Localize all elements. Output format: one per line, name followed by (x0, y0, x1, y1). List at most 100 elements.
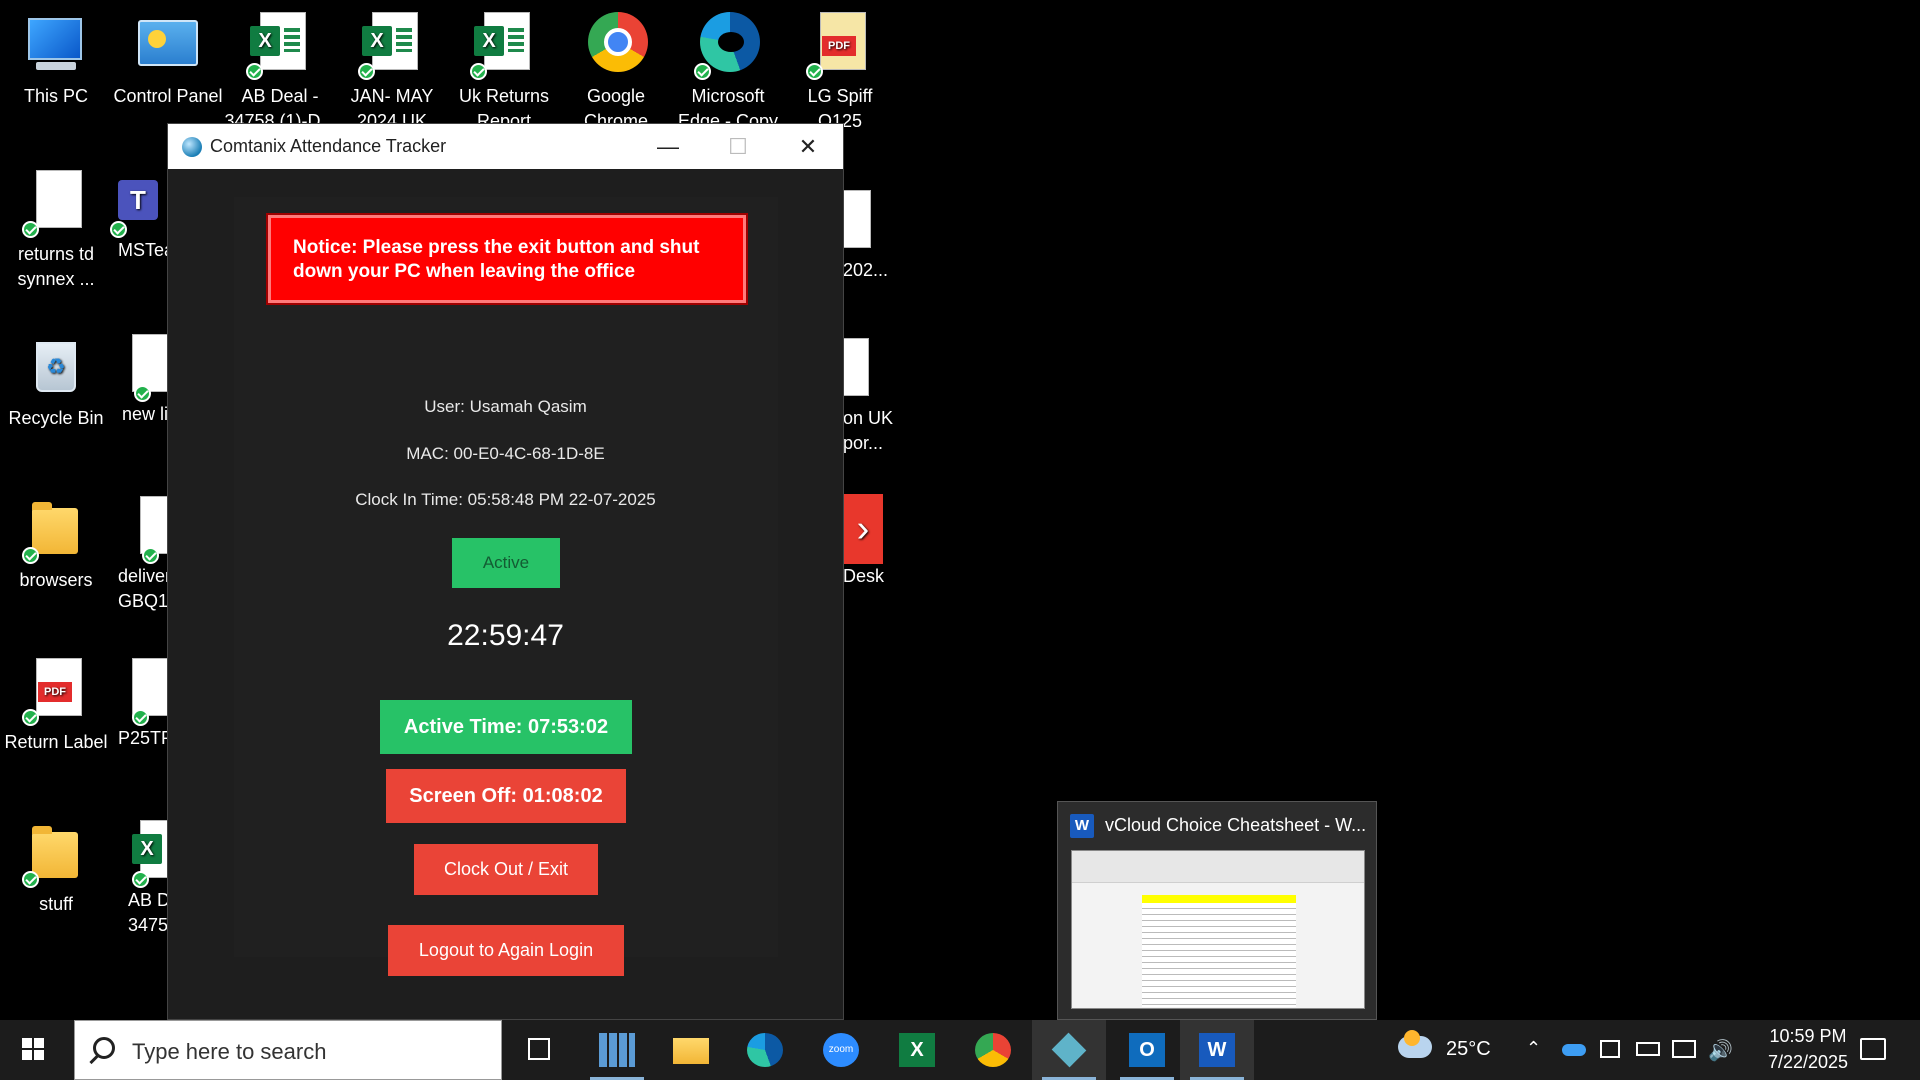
edge-icon (694, 10, 760, 80)
taskbar-time[interactable]: 10:59 PM (1748, 1026, 1868, 1047)
clock-in-label: Clock In Time: 05:58:48 PM 22-07-2025 (355, 490, 656, 509)
excel-file-icon: X (470, 10, 536, 80)
taskbar-date[interactable]: 7/22/2025 (1748, 1052, 1868, 1073)
active-time-display: Active Time: 07:53:02 (380, 700, 632, 754)
desktop-icon-this-pc[interactable]: This PC (0, 10, 112, 109)
desktop-icon-label: browsers (19, 570, 93, 590)
taskbar-chrome[interactable] (956, 1020, 1030, 1080)
pdf-icon: PDF (22, 656, 88, 726)
close-button[interactable]: ✕ (773, 124, 843, 169)
search-icon (93, 1037, 115, 1059)
desktop-icon-delivery[interactable]: deliver GBQ1( (112, 494, 175, 614)
taskbar-preview[interactable]: W vCloud Choice Cheatsheet - W... (1057, 801, 1377, 1020)
desktop-icon-label: MSTea (118, 240, 175, 260)
start-button[interactable] (14, 1032, 58, 1068)
desktop-icon-label: P25TP. (118, 728, 176, 748)
notice-banner: Notice: Please press the exit button and… (268, 215, 746, 303)
desktop-icon-label: new li (122, 404, 169, 424)
chrome-icon (584, 10, 648, 80)
desktop-icon-anydesk[interactable]: › Desk (843, 494, 903, 589)
taskbar-outlook[interactable]: O (1110, 1020, 1184, 1080)
control-panel-icon (136, 10, 200, 80)
taskbar-zoom[interactable]: zoom (804, 1020, 878, 1080)
attendance-tracker-window: Comtanix Attendance Tracker — ☐ ✕ Notice… (167, 123, 844, 1020)
taskbar-word[interactable]: W (1180, 1020, 1254, 1080)
desktop-icon-ab-deal[interactable]: X AB Deal - 34758 (1)-D... (224, 10, 336, 134)
taskbar: Type here to search zoom X O W 25°C ⌃ 🔊 … (0, 1020, 1920, 1080)
folder-icon (22, 494, 88, 564)
folder-icon (22, 818, 88, 888)
show-hidden-icons-button[interactable]: ⌃ (1526, 1038, 1546, 1062)
desktop-icon-new-list[interactable]: new li (112, 332, 178, 427)
window-title: Comtanix Attendance Tracker (210, 136, 447, 156)
search-box[interactable]: Type here to search (74, 1020, 502, 1080)
mac-label: MAC: 00-E0-4C-68-1D-8E (406, 444, 605, 463)
document-icon (22, 168, 88, 238)
preview-title: vCloud Choice Cheatsheet - W... (1105, 815, 1367, 835)
desktop-icon-label: AB D 3475 (128, 890, 171, 935)
desktop-icon-label: This PC (23, 86, 88, 106)
excel-icon: X (899, 1033, 935, 1067)
user-label: User: Usamah Qasim (424, 397, 587, 416)
app-logo-icon (182, 136, 202, 157)
current-time: 22:59:47 (447, 619, 564, 652)
desktop-icon-p25tp[interactable]: P25TP. (112, 656, 178, 751)
attendance-tracker-icon (1051, 1032, 1087, 1068)
desktop-icon-label: 202... (843, 260, 889, 280)
desktop-icon-microsoft-edge[interactable]: Microsoft Edge - Copy (672, 10, 784, 134)
battery-icon[interactable] (1636, 1042, 1660, 1056)
onedrive-icon[interactable] (1562, 1044, 1586, 1056)
recycle-bin-icon (24, 332, 88, 402)
desktop-icon-google-chrome[interactable]: Google Chrome (560, 10, 672, 134)
notification-center-icon[interactable] (1860, 1038, 1886, 1060)
security-icon[interactable] (1600, 1040, 1620, 1058)
clock-out-button[interactable]: Clock Out / Exit (414, 844, 598, 895)
desktop-icon-label: Return Label (4, 732, 108, 752)
desktop-icon-label: Desk (843, 566, 885, 586)
app-body: Notice: Please press the exit button and… (168, 169, 843, 1019)
task-view-button[interactable] (502, 1020, 576, 1080)
desktop-icon-label: Control Panel (113, 86, 223, 106)
volume-icon[interactable]: 🔊 (1708, 1038, 1733, 1063)
desktop-icon-msteams[interactable]: T MSTea (110, 168, 175, 263)
taskbar-edge[interactable] (728, 1020, 802, 1080)
desktop-icon-lg-spiff[interactable]: PDF LG Spiff Q125 (784, 10, 896, 134)
network-icon[interactable] (1672, 1040, 1696, 1058)
edge-icon (747, 1033, 783, 1067)
desktop-icon-ab-deal-2[interactable]: X AB D 3475 (112, 818, 172, 938)
weather-temperature: 25°C (1446, 1038, 1491, 1060)
desktop-icon-control-panel[interactable]: Control Panel (112, 10, 224, 109)
desktop-icon-recycle-bin[interactable]: Recycle Bin (0, 332, 112, 431)
desktop-icon-202[interactable]: 202... (843, 188, 903, 283)
status-badge: Active (452, 538, 560, 588)
excel-file-icon: X (246, 10, 312, 80)
computer-icon (24, 10, 88, 80)
desktop-icon-returns-td-synnex[interactable]: returns td synnex ... (0, 168, 112, 292)
taskbar-excel[interactable]: X (880, 1020, 954, 1080)
minimize-button[interactable]: — (633, 124, 703, 169)
logout-button[interactable]: Logout to Again Login (388, 925, 624, 976)
folder-icon (673, 1038, 709, 1064)
weather-sun-icon (1404, 1030, 1420, 1046)
desktop-icon-label: deliver GBQ1( (118, 566, 175, 611)
task-view-icon (528, 1038, 550, 1060)
desktop-icon-label: Recycle Bin (8, 408, 104, 428)
desktop-icon-stuff[interactable]: stuff (0, 818, 112, 917)
anydesk-icon: › (843, 494, 883, 564)
desktop-icon-uk-returns-report[interactable]: X Uk Returns Report (448, 10, 560, 134)
window-titlebar[interactable]: Comtanix Attendance Tracker — ☐ ✕ (168, 124, 843, 169)
search-input[interactable]: Type here to search (132, 1039, 326, 1065)
desktop-icon-label: returns td synnex ... (17, 244, 95, 289)
excel-file-icon (843, 336, 873, 406)
taskbar-calculator[interactable] (580, 1020, 654, 1080)
pdf-icon: PDF (806, 10, 872, 80)
taskbar-attendance-tracker[interactable] (1032, 1020, 1106, 1080)
word-icon: W (1070, 814, 1094, 838)
preview-thumbnail[interactable] (1071, 850, 1365, 1009)
maximize-button[interactable]: ☐ (703, 124, 773, 169)
taskbar-file-explorer[interactable] (654, 1020, 728, 1080)
desktop-icon-return-label[interactable]: PDF Return Label (0, 656, 112, 755)
desktop-icon-browsers[interactable]: browsers (0, 494, 112, 593)
desktop-icon-uk-report[interactable]: on UK por... (843, 336, 903, 456)
desktop-icon-label: stuff (39, 894, 73, 914)
